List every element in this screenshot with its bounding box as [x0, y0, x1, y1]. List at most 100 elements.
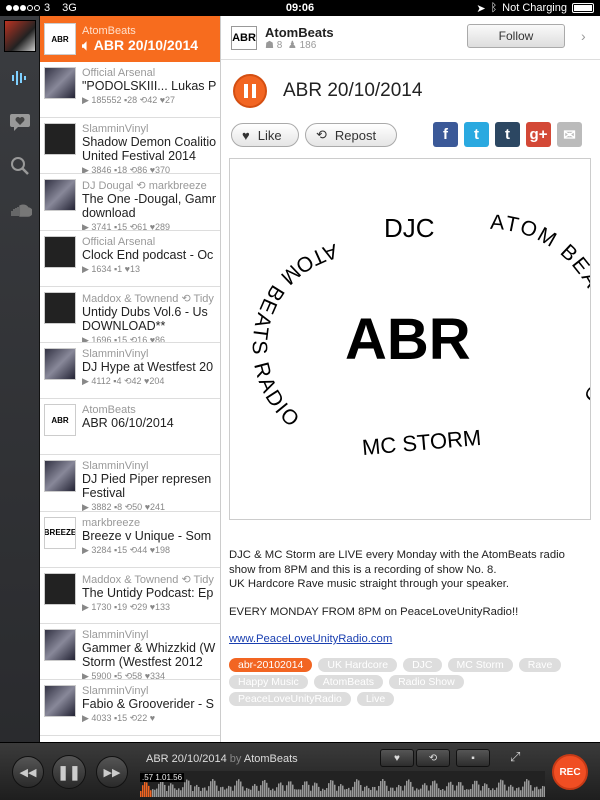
- track-artwork: DJC ATOM BEATS RADIO ATOM BEATS RADIO AB…: [229, 158, 600, 520]
- previous-button[interactable]: ◀◀: [12, 756, 44, 788]
- track-thumbnail: [44, 291, 76, 324]
- tag[interactable]: Happy Music: [229, 675, 308, 689]
- pause-button[interactable]: [233, 74, 267, 108]
- player-comment-button[interactable]: ▪: [456, 749, 490, 767]
- svg-text:ATOM BEATS RADIO: ATOM BEATS RADIO: [248, 239, 340, 433]
- heart-icon: ♥: [394, 752, 400, 764]
- track-user: SlamminVinyl: [82, 628, 149, 641]
- track-title: Fabio & Grooverider - S: [82, 697, 214, 712]
- track-title-row: ABR 20/10/2014: [233, 74, 422, 108]
- stream-item[interactable]: DJ Dougal ⟲ markbreeze The One -Dougal, G…: [40, 174, 220, 231]
- next-button[interactable]: ▶▶: [96, 756, 128, 788]
- followers-icon: ☗: [265, 39, 274, 51]
- track-stats: ▶ 4033 ▪15 ⟲22 ♥: [82, 713, 156, 724]
- track-thumbnail: [44, 235, 76, 268]
- stream-item[interactable]: Maddox & Townend ⟲ Tidy T The Untidy Podc…: [40, 568, 220, 624]
- track-user: AtomBeats: [82, 404, 136, 417]
- uploader-stats: ☗ 8 ♟ 186: [265, 40, 334, 51]
- comment-icon: ▪: [471, 752, 475, 764]
- email-icon[interactable]: ✉: [557, 122, 582, 147]
- tumblr-icon[interactable]: t: [495, 122, 520, 147]
- facebook-icon[interactable]: f: [433, 122, 458, 147]
- website-link[interactable]: www.PeaceLoveUnityRadio.com: [229, 633, 392, 645]
- following-count: 186: [299, 39, 317, 51]
- player-track-info: ABR 20/10/2014 by AtomBeats: [146, 753, 298, 765]
- battery-icon: [572, 3, 594, 13]
- status-bar: 3 3G 09:06 ➤ ᛒ Not Charging: [0, 0, 600, 16]
- playback-time: .57 1.01.56: [140, 773, 185, 782]
- stream-item[interactable]: Official Arsenal Clock End podcast - Oc ▶ …: [40, 231, 220, 287]
- track-stats: ▶ 3284 ▪15 ⟲44 ♥198: [82, 544, 171, 555]
- repost-icon: ⟲: [316, 127, 327, 142]
- nav-rail: [0, 16, 40, 742]
- stream-item[interactable]: SlamminVinyl DJ Hype at Westfest 20 ▶ 4112…: [40, 343, 220, 400]
- track-description: DJC & MC Storm are LIVE every Monday wit…: [229, 548, 593, 632]
- twitter-icon[interactable]: t: [464, 122, 489, 147]
- tag[interactable]: DJC: [403, 658, 442, 672]
- waveform-seekbar[interactable]: [140, 771, 545, 797]
- like-button[interactable]: ♥ Like: [231, 123, 299, 147]
- stream-item[interactable]: SlamminVinyl Gammer & Whizzkid (W Storm (W…: [40, 624, 220, 681]
- stream-item[interactable]: SlamminVinyl DJ Pied Piper represen Festiv…: [40, 455, 220, 512]
- player-pause-button[interactable]: ❚❚: [52, 755, 86, 789]
- track-title: DJ Pied Piper represen: [82, 472, 212, 487]
- likes-icon[interactable]: [0, 100, 39, 144]
- tag[interactable]: UK Hardcore: [318, 658, 398, 672]
- track-stats: ▶ 5900 ▪5 ⟲58 ♥334: [82, 670, 166, 680]
- soundcloud-icon[interactable]: [0, 188, 39, 232]
- player-repost-button[interactable]: ⟲: [416, 749, 450, 767]
- tag[interactable]: AtomBeats: [313, 675, 384, 689]
- search-icon[interactable]: [0, 144, 39, 188]
- stream-item[interactable]: ABR AtomBeats ABR 06/10/2014: [40, 399, 220, 456]
- artwork-bottom-text: MC STORM: [361, 425, 482, 460]
- svg-text:ATOM BEATS RADIO: ATOM BEATS RADIO: [490, 211, 590, 408]
- uploader-name[interactable]: AtomBeats: [265, 25, 334, 40]
- tag[interactable]: Live: [356, 692, 395, 706]
- tag[interactable]: MC Storm: [447, 658, 513, 672]
- now-playing-item[interactable]: ABR AtomBeats 🔈︎ ABR 20/10/2014: [40, 16, 220, 62]
- google-plus-icon[interactable]: g+: [526, 122, 551, 147]
- tag[interactable]: Radio Show: [389, 675, 464, 689]
- stream-item[interactable]: SlamminVinyl Shadow Demon Coalition United…: [40, 118, 220, 175]
- expand-icon[interactable]: ⤢: [510, 749, 520, 765]
- avatar[interactable]: [4, 20, 36, 52]
- stream-waveform-icon[interactable]: [0, 56, 39, 100]
- track-title-line-2: United Festival 2014: [82, 149, 196, 164]
- follow-button[interactable]: Follow: [467, 24, 565, 48]
- track-title: Gammer & Whizzkid (W: [82, 640, 216, 655]
- track-user: SlamminVinyl: [82, 460, 149, 473]
- track-thumbnail: BREEZE: [44, 516, 76, 549]
- track-title-line-2: download: [82, 206, 136, 221]
- track-thumbnail: [44, 347, 76, 380]
- track-stats: ▶ 3741 ▪15 ⟲61 ♥289: [82, 222, 171, 230]
- track-title: Shadow Demon Coalition: [82, 135, 216, 150]
- location-icon: ➤: [476, 2, 486, 15]
- track-stats: ▶ 4112 ▪4 ⟲42 ♥204: [82, 375, 165, 386]
- track-user: DJ Dougal ⟲ markbreeze: [82, 180, 207, 193]
- chevron-right-icon[interactable]: ›: [581, 28, 586, 44]
- uploader-avatar[interactable]: ABR: [231, 25, 257, 50]
- player-like-button[interactable]: ♥: [380, 749, 414, 767]
- track-title: The Untidy Podcast: Ep: [82, 585, 214, 600]
- tag[interactable]: abr-20102014: [229, 658, 313, 672]
- pause-icon: ❚❚: [57, 763, 81, 780]
- track-title: ABR 06/10/2014: [82, 416, 174, 431]
- track-title: ABR 20/10/2014: [93, 36, 199, 53]
- record-button[interactable]: REC: [552, 754, 588, 790]
- stream-item[interactable]: Maddox & Townend ⟲ Tidy T Untidy Dubs Vol…: [40, 287, 220, 343]
- stream-item[interactable]: SlamminVinyl Fabio & Grooverider - S ▶ 403…: [40, 680, 220, 737]
- artwork-logo-text: ABR: [345, 307, 471, 372]
- player-track-title: ABR 20/10/2014: [146, 753, 227, 765]
- repost-button[interactable]: ⟲ Repost: [305, 123, 397, 147]
- tag[interactable]: PeaceLoveUnityRadio: [229, 692, 351, 706]
- stream-item[interactable]: BREEZE markbreeze Breeze v Unique - Som ▶ 3…: [40, 512, 220, 568]
- track-title: Untidy Dubs Vol.6 - Us: [82, 304, 208, 319]
- track-user: SlamminVinyl: [82, 123, 149, 136]
- artwork-top-text: DJC: [384, 213, 435, 243]
- signal-icon: [6, 5, 40, 11]
- speaker-icon: 🔈︎: [82, 36, 94, 53]
- track-user: markbreeze: [82, 516, 141, 529]
- tag[interactable]: Rave: [518, 658, 562, 672]
- stream-item[interactable]: Official Arsenal "PODOLSKIII... Lukas P ▶ …: [40, 62, 220, 119]
- track-user: AtomBeats: [82, 24, 136, 37]
